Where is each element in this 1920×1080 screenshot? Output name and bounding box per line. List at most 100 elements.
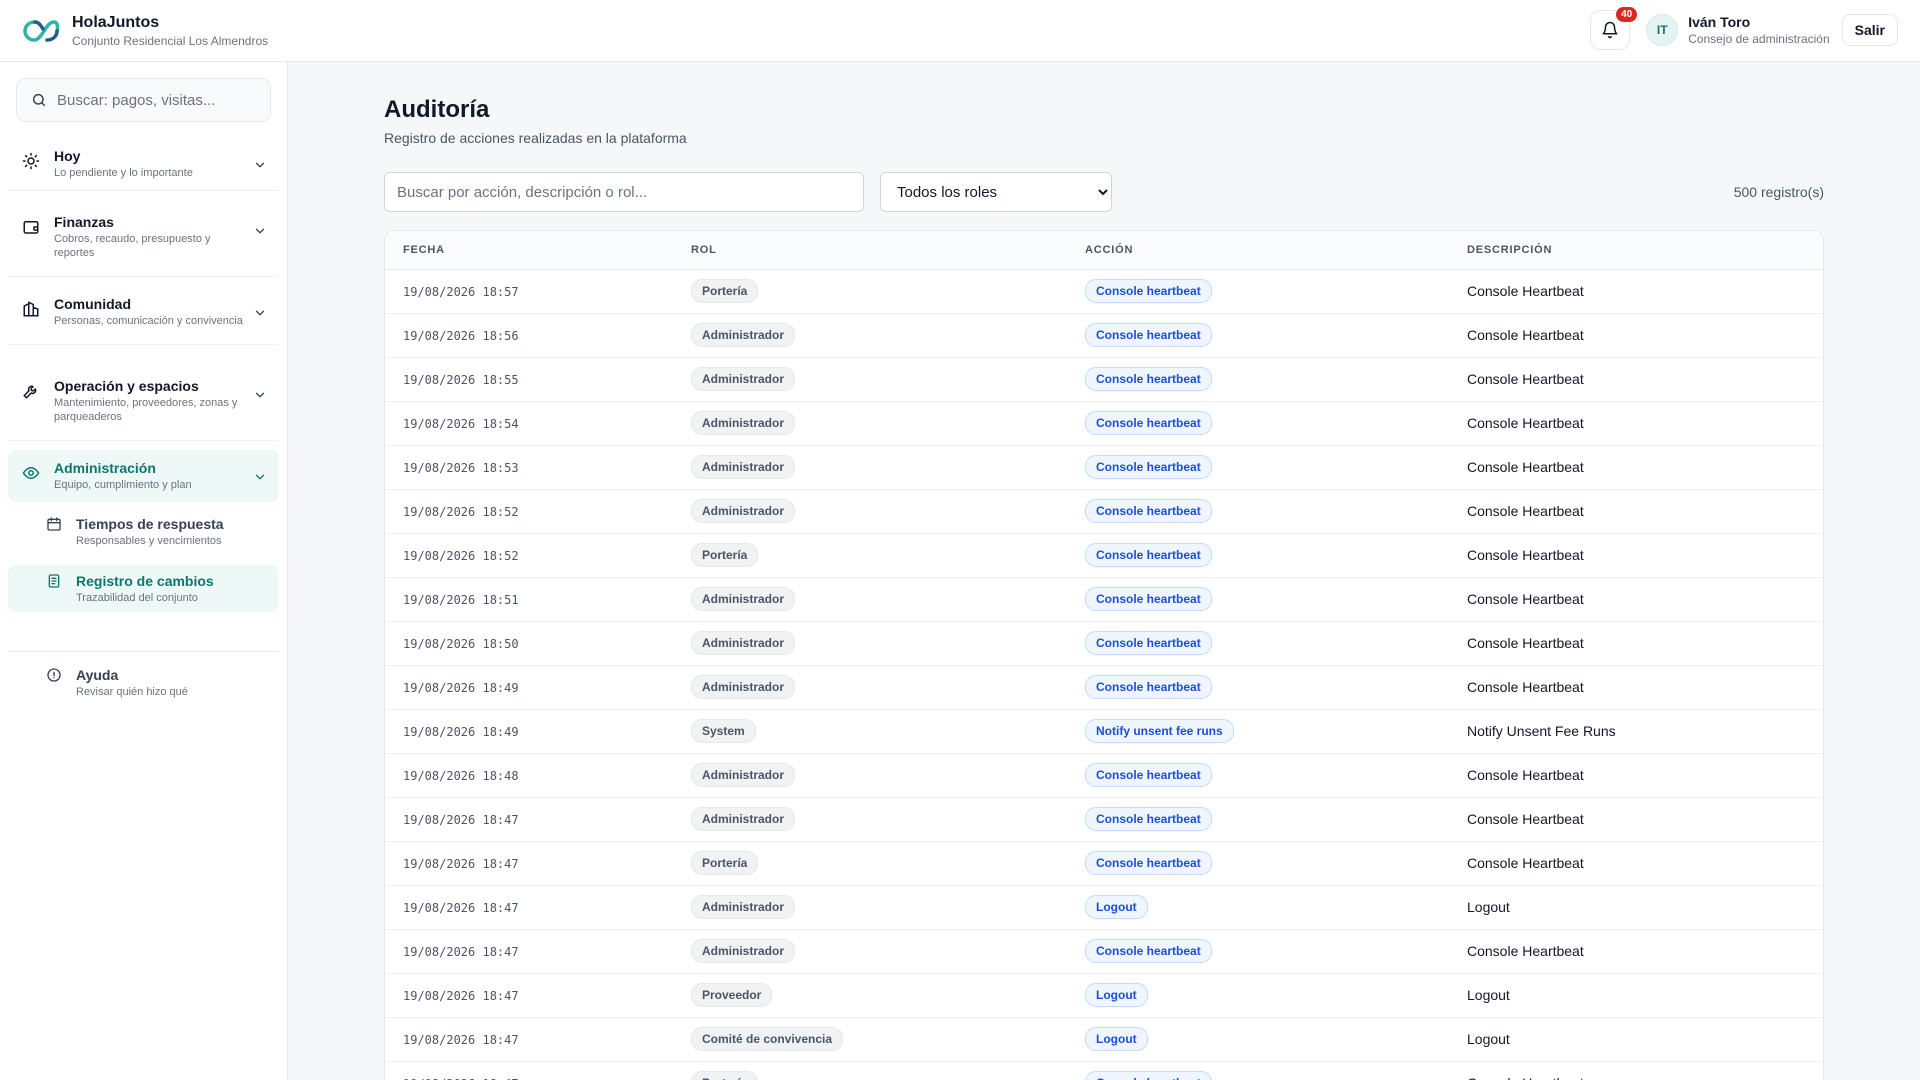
row-description: Console Heartbeat <box>1467 327 1584 343</box>
sidebar-section-operacion[interactable]: Operación y espacios Mantenimiento, prov… <box>8 362 279 441</box>
action-badge: Console heartbeat <box>1085 807 1212 831</box>
row-description: Console Heartbeat <box>1467 591 1584 607</box>
row-date: 19/08/2026 18:55 <box>403 373 519 387</box>
row-date: 19/08/2026 18:57 <box>403 285 519 299</box>
table-row[interactable]: 19/08/2026 18:50 Administrador Console hea… <box>385 621 1823 666</box>
role-badge: Administrador <box>691 895 796 919</box>
column-header-rol[interactable]: ROL <box>681 231 1067 270</box>
action-badge: Console heartbeat <box>1085 763 1212 787</box>
section-desc: Personas, comunicación y convivencia <box>54 315 243 327</box>
audit-table: FECHA ROL ACCIÓN DESCRIPCIÓN 19/08/2026 … <box>384 230 1824 1080</box>
sidebar-item-tiempos-respuesta[interactable]: Tiempos de respuesta Responsables y venc… <box>8 508 279 555</box>
row-description: Console Heartbeat <box>1467 679 1584 695</box>
role-badge: Administrador <box>691 455 796 479</box>
action-badge: Console heartbeat <box>1085 851 1212 875</box>
calendar-icon <box>47 517 61 531</box>
role-badge: Administrador <box>691 411 796 435</box>
column-header-descripcion[interactable]: DESCRIPCIÓN <box>1449 231 1823 270</box>
row-date: 19/08/2026 18:52 <box>403 505 519 519</box>
item-desc: Trazabilidad del conjunto <box>76 592 198 604</box>
table-row[interactable]: 19/08/2026 18:48 Administrador Console hea… <box>385 753 1823 798</box>
table-row[interactable]: 19/08/2026 18:47 Administrador Console hea… <box>385 797 1823 842</box>
row-description: Console Heartbeat <box>1467 503 1584 519</box>
sidebar-item-ayuda[interactable]: Ayuda Revisar quién hizo qué <box>8 659 279 706</box>
item-desc: Revisar quién hizo qué <box>76 686 188 698</box>
table-row[interactable]: 19/08/2026 18:47 Administrador Logout Logou… <box>385 885 1823 930</box>
action-badge: Console heartbeat <box>1085 939 1212 963</box>
wallet-icon <box>23 221 39 234</box>
table-row[interactable]: 19/08/2026 18:49 System Notify unsent fee … <box>385 709 1823 754</box>
row-date: 19/08/2026 18:48 <box>403 769 519 783</box>
document-icon <box>48 574 60 588</box>
sidebar-section-comunidad[interactable]: Comunidad Personas, comunicación y convi… <box>8 280 279 345</box>
row-date: 19/08/2026 18:47 <box>403 989 519 1003</box>
row-date: 19/08/2026 18:53 <box>403 461 519 475</box>
table-row[interactable]: 19/08/2026 18:47 Comité de convivencia Log… <box>385 1017 1823 1062</box>
action-badge: Console heartbeat <box>1085 1071 1212 1080</box>
role-filter-select[interactable]: Todos los roles <box>880 172 1112 212</box>
role-badge: Administrador <box>691 323 796 347</box>
role-badge: Comité de convivencia <box>691 1027 844 1051</box>
action-badge: Console heartbeat <box>1085 675 1212 699</box>
user-menu[interactable]: IT Iván Toro Consejo de administración <box>1646 14 1830 46</box>
row-description: Logout <box>1467 987 1510 1003</box>
table-row[interactable]: 19/08/2026 18:52 Administrador Console hea… <box>385 489 1823 534</box>
table-row[interactable]: 19/08/2026 18:51 Administrador Console hea… <box>385 577 1823 622</box>
role-badge: Administrador <box>691 587 796 611</box>
table-row[interactable]: 19/08/2026 18:57 Portería Console heartbea… <box>385 269 1823 314</box>
table-row[interactable]: 19/08/2026 18:47 Administrador Console hea… <box>385 929 1823 974</box>
role-badge: Portería <box>691 851 759 875</box>
chevron-down-icon <box>255 310 265 316</box>
sidebar-search[interactable] <box>16 78 271 122</box>
record-count: 500 registro(s) <box>1733 184 1824 200</box>
chevron-down-icon <box>255 228 265 234</box>
sidebar-item-registro-cambios[interactable]: Registro de cambios Trazabilidad del con… <box>8 565 279 612</box>
column-header-fecha[interactable]: FECHA <box>385 231 681 270</box>
row-date: 19/08/2026 18:50 <box>403 637 519 651</box>
search-input[interactable] <box>57 91 257 109</box>
section-title: Hoy <box>54 148 81 164</box>
table-row[interactable]: 19/08/2026 18:47 Proveedor Logout Logout <box>385 973 1823 1018</box>
role-badge: Administrador <box>691 499 796 523</box>
sidebar-section-administracion[interactable]: Administración Equipo, cumplimiento y pl… <box>8 450 279 502</box>
page-subtitle: Registro de acciones realizadas en la pl… <box>384 130 687 146</box>
role-badge: Proveedor <box>691 983 773 1007</box>
table-row[interactable]: 19/08/2026 18:47PorteríaConsole heartbea… <box>385 841 1823 886</box>
brand[interactable]: HolaJuntos Conjunto Residencial Los Alme… <box>22 14 268 48</box>
logout-button[interactable]: Salir <box>1841 14 1898 46</box>
action-badge: Console heartbeat <box>1085 367 1212 391</box>
section-desc: Equipo, cumplimiento y plan <box>54 479 192 491</box>
section-title: Operación y espacios <box>54 378 199 394</box>
table-row[interactable]: 19/08/2026 18:56 Administrador Console hea… <box>385 313 1823 358</box>
sidebar-divider <box>8 651 279 652</box>
table-row[interactable]: 19/08/2026 18:52 Portería Console heartbea… <box>385 533 1823 578</box>
sun-icon <box>22 152 40 170</box>
table-row[interactable]: 19/08/2026 18:55 Administrador Console hea… <box>385 357 1823 402</box>
sidebar-section-hoy[interactable]: Hoy Lo pendiente y lo importante <box>8 138 279 191</box>
item-title: Ayuda <box>76 667 119 683</box>
column-header-accion[interactable]: ACCIÓN <box>1067 231 1449 270</box>
action-badge: Console heartbeat <box>1085 587 1212 611</box>
row-description: Console Heartbeat <box>1467 943 1584 959</box>
info-icon <box>47 668 61 682</box>
row-description: Console Heartbeat <box>1467 371 1584 387</box>
table-row[interactable]: 19/08/2026 18:54 Administrador Console hea… <box>385 401 1823 446</box>
action-badge: Notify unsent fee runs <box>1085 719 1234 743</box>
item-title: Tiempos de respuesta <box>76 516 224 532</box>
notifications-button[interactable]: 40 <box>1590 7 1638 50</box>
user-name: Iván Toro <box>1688 14 1751 30</box>
row-date: 19/08/2026 18:56 <box>403 329 519 343</box>
action-badge: Console heartbeat <box>1085 543 1212 567</box>
sidebar-section-finanzas[interactable]: Finanzas Cobros, recaudo, presupuesto y … <box>8 198 279 277</box>
search-icon <box>32 93 46 107</box>
table-row[interactable]: 19/08/2026 18:49 Administrador Console hea… <box>385 665 1823 710</box>
action-badge: Logout <box>1085 895 1148 919</box>
table-row[interactable]: 19/08/2026 18:47PorteríaConsole heartbea… <box>385 1061 1823 1080</box>
buildings-icon <box>23 301 39 317</box>
item-desc: Responsables y vencimientos <box>76 535 222 547</box>
avatar: IT <box>1646 14 1679 46</box>
audit-search-input[interactable] <box>384 172 864 212</box>
table-row[interactable]: 19/08/2026 18:53 Administrador Console hea… <box>385 445 1823 490</box>
page-title: Auditoría <box>384 96 490 123</box>
action-badge: Logout <box>1085 1027 1148 1051</box>
